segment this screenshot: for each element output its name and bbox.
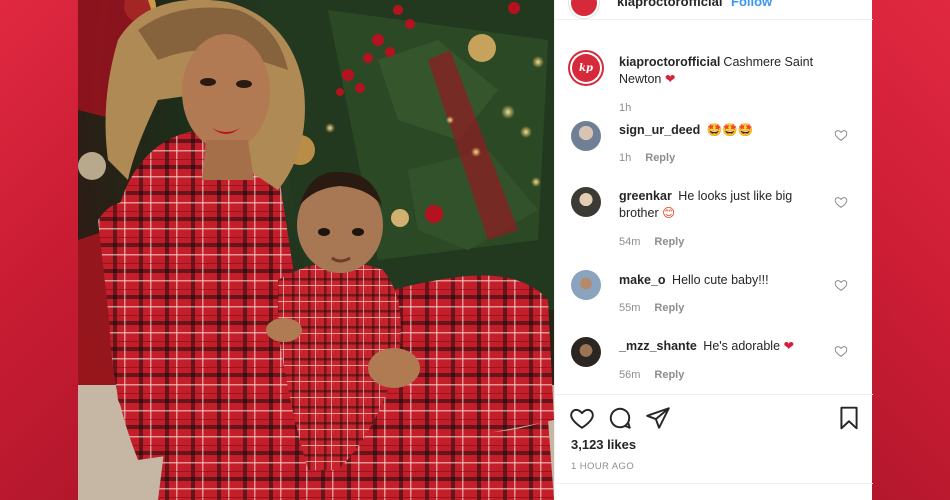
bookmark-icon[interactable] xyxy=(836,405,862,431)
comment-time: 55m xyxy=(619,302,641,314)
comment-username[interactable]: sign_ur_deed xyxy=(619,123,700,137)
reply-button[interactable]: Reply xyxy=(654,302,684,314)
commenter-avatar[interactable] xyxy=(571,270,601,300)
kp-logo: kp xyxy=(572,54,600,82)
commenter-avatar[interactable] xyxy=(571,121,601,151)
post-time: 1 HOUR AGO xyxy=(571,461,635,472)
comment-like-icon[interactable] xyxy=(834,278,848,292)
commenter-avatar[interactable] xyxy=(571,187,601,217)
comment: make_o Hello cute baby!!! xyxy=(619,272,829,289)
caption: kiaproctorofficial Cashmere Saint Newton … xyxy=(619,54,829,88)
comment-like-icon[interactable] xyxy=(834,128,848,142)
comments-panel: kiaproctorofficial Follow kp kiaproctoro… xyxy=(554,0,873,500)
caption-time: 1h xyxy=(619,102,632,114)
comment: greenkar He looks just like big brother … xyxy=(619,188,829,222)
comment-like-icon[interactable] xyxy=(834,344,848,358)
comment-time: 1h xyxy=(619,152,632,164)
reply-button[interactable]: Reply xyxy=(654,236,684,248)
comment-time: 54m xyxy=(619,236,641,248)
comment-meta: 1h Reply xyxy=(619,152,675,164)
caption-username[interactable]: kiaproctorofficial xyxy=(619,55,720,69)
comment-meta: 54m Reply xyxy=(619,236,684,248)
comment-time: 56m xyxy=(619,369,641,381)
follow-button[interactable]: Follow xyxy=(731,0,772,9)
comment-like-icon[interactable] xyxy=(834,195,848,209)
post-header: kiaproctorofficial Follow xyxy=(555,0,873,20)
comment-username[interactable]: _mzz_shante xyxy=(619,339,697,353)
reply-button[interactable]: Reply xyxy=(654,369,684,381)
comment-meta: 56m Reply xyxy=(619,369,684,381)
red-heart-emoji: ❤ xyxy=(664,72,676,86)
background-right xyxy=(872,0,950,500)
comment: _mzz_shante He's adorable ❤ xyxy=(619,338,829,355)
post-actions: 3,123 likes 1 HOUR AGO xyxy=(555,394,873,500)
author-avatar[interactable]: kp xyxy=(570,52,602,84)
comment-text: Hello cute baby!!! xyxy=(672,273,769,287)
author-handle-header[interactable]: kiaproctorofficial xyxy=(617,0,722,9)
comment: sign_ur_deed 🤩🤩🤩 xyxy=(619,122,829,139)
paper-plane-icon[interactable] xyxy=(645,405,671,431)
caption-meta: 1h xyxy=(619,102,631,114)
commenter-avatar[interactable] xyxy=(571,337,601,367)
comment-username[interactable]: greenkar xyxy=(619,189,672,203)
comment-meta: 55m Reply xyxy=(619,302,684,314)
author-avatar-header[interactable] xyxy=(569,0,599,18)
reply-button[interactable]: Reply xyxy=(645,152,675,164)
like-count[interactable]: 3,123 likes xyxy=(571,437,636,452)
comment-username[interactable]: make_o xyxy=(619,273,666,287)
post-photo-illustration xyxy=(78,0,554,500)
add-comment-area[interactable] xyxy=(555,483,873,500)
red-heart-emoji: ❤ xyxy=(783,339,795,353)
background-left xyxy=(0,0,78,500)
comment-text: 🤩🤩🤩 xyxy=(706,123,754,137)
comment-emoji: 😊 xyxy=(662,206,676,220)
post-photo[interactable] xyxy=(78,0,554,500)
comment-bubble-icon[interactable] xyxy=(607,405,633,431)
heart-outline-icon[interactable] xyxy=(569,405,595,431)
comment-text: He's adorable xyxy=(703,339,781,353)
